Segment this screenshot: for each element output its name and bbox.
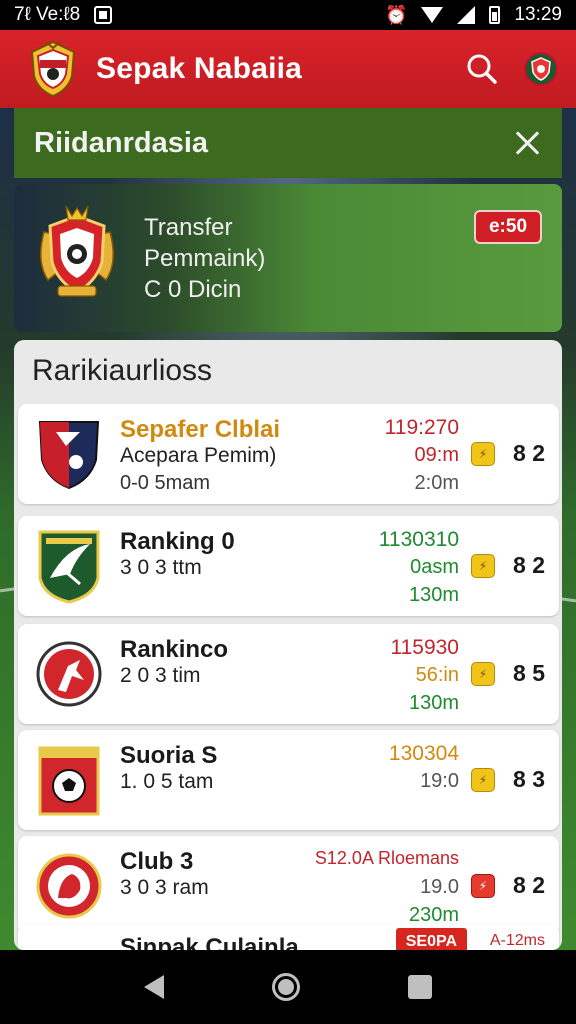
club-points: 8 2 (513, 872, 545, 898)
ranking-row[interactable]: Ranking 0 3 0 3 ttm 1130310 0asm 130m ⚡ … (18, 516, 559, 616)
club-points: 8 2 (513, 552, 545, 578)
club-name: Suoria S (120, 742, 218, 769)
club-name: Club 3 (120, 848, 194, 875)
rankings-heading: Rarikiaurlioss (32, 354, 213, 387)
club-tag: SE0PA (395, 928, 467, 950)
coin-icon: ⚡ (471, 554, 495, 578)
stat-tertiary: 2:0m (414, 472, 459, 494)
stat-secondary: 0asm (410, 556, 459, 578)
ranking-row[interactable]: Sinpak Culainla SE0PA A-12ms (18, 924, 559, 950)
club-subtitle-2: 0-0 5mam (120, 472, 211, 494)
featured-line1: Transfer (144, 214, 233, 241)
ranking-row[interactable]: Rankinco 2 0 3 tim 115930 56:in 130m ⚡ 8… (18, 624, 559, 724)
club-name: Rankinco (120, 636, 229, 663)
stat-tertiary: 130m (408, 692, 459, 714)
club-crest-icon (38, 530, 100, 604)
featured-line3: C 0 Dicin (144, 276, 242, 303)
recent-apps-icon[interactable] (408, 975, 432, 999)
coin-icon: ⚡ (471, 874, 495, 898)
club-subtitle: Acepara Pemim) (120, 444, 277, 467)
stat-primary: 115930 (390, 636, 459, 659)
banner-title: Riidanrdasia (34, 126, 209, 159)
status-bar: 7ℓ Ve:ℓ8 ⏰ 13:29 (0, 0, 576, 30)
club-name: Sepafer Clblai (120, 416, 281, 443)
close-icon[interactable] (512, 128, 542, 158)
status-left-text: 7ℓ Ve:ℓ8 (14, 4, 81, 25)
stat-secondary: 56:in (415, 664, 459, 686)
stat-primary: S12.0A Rloemans (314, 848, 459, 868)
search-icon[interactable] (462, 49, 502, 89)
club-points: 8 2 (513, 440, 545, 466)
battery-icon (489, 6, 501, 24)
club-subtitle: 3 0 3 ttm (120, 556, 202, 579)
signal-icon (457, 6, 476, 24)
club-points: 8 5 (513, 660, 545, 686)
coin-icon: ⚡ (471, 442, 495, 466)
ranking-row[interactable]: Suoria S 1. 0 5 tam 130304 19:0 ⚡ 8 3 (18, 730, 559, 830)
alarm-icon: ⏰ (385, 4, 408, 25)
rankings-panel: Rarikiaurlioss Sepafer Clblai Acepara Pe… (14, 340, 562, 950)
club-name: Sinpak Culainla (120, 934, 299, 950)
club-subtitle: 2 0 3 tim (120, 664, 201, 687)
stat-tertiary: 130m (408, 584, 459, 606)
profile-avatar[interactable] (524, 52, 558, 86)
ranking-row[interactable]: Club 3 3 0 3 ram S12.0A Rloemans 19.0 23… (18, 836, 559, 936)
club-crest-icon (38, 746, 100, 816)
stat-primary: 119:270 (384, 416, 459, 439)
notification-icon (94, 6, 113, 24)
stat-secondary: 19.0 (420, 876, 459, 898)
club-subtitle: 3 0 3 ram (120, 876, 209, 899)
club-crest-icon (36, 641, 102, 707)
app-logo-crest-icon[interactable] (28, 40, 78, 98)
stat-secondary: 09:m (414, 444, 459, 466)
stat-primary: 1130310 (378, 528, 459, 551)
status-time: 13:29 (514, 4, 562, 25)
club-right-text: A-12ms (489, 932, 545, 949)
stat-secondary: 19:0 (420, 770, 459, 792)
club-crest-icon (36, 853, 102, 919)
app-bar: Sepak Nabaiia (0, 30, 576, 108)
wifi-icon (421, 7, 444, 23)
featured-text: Transfer Pemmaink) C 0 Dicin (144, 212, 265, 305)
system-nav-bar (0, 950, 576, 1024)
ranking-row[interactable]: Sepafer Clblai Acepara Pemim) 0-0 5mam 1… (18, 404, 559, 504)
featured-transfer-card[interactable]: Transfer Pemmaink) C 0 Dicin e:50 (14, 184, 562, 332)
back-icon[interactable] (144, 975, 164, 999)
club-points: 8 3 (513, 766, 545, 792)
club-crest-icon (38, 421, 100, 490)
coin-icon: ⚡ (471, 662, 495, 686)
banner-header: Riidanrdasia (14, 108, 562, 178)
stat-primary: 130304 (388, 742, 459, 765)
coin-icon: ⚡ (471, 768, 495, 792)
app-title: Sepak Nabaiia (96, 52, 303, 85)
featured-badge[interactable]: e:50 (474, 210, 542, 244)
home-icon[interactable] (272, 973, 300, 1001)
club-name: Ranking 0 (120, 528, 235, 555)
club-subtitle: 1. 0 5 tam (120, 770, 214, 793)
featured-line2: Pemmaink) (144, 245, 266, 272)
featured-crest-icon (40, 205, 114, 297)
